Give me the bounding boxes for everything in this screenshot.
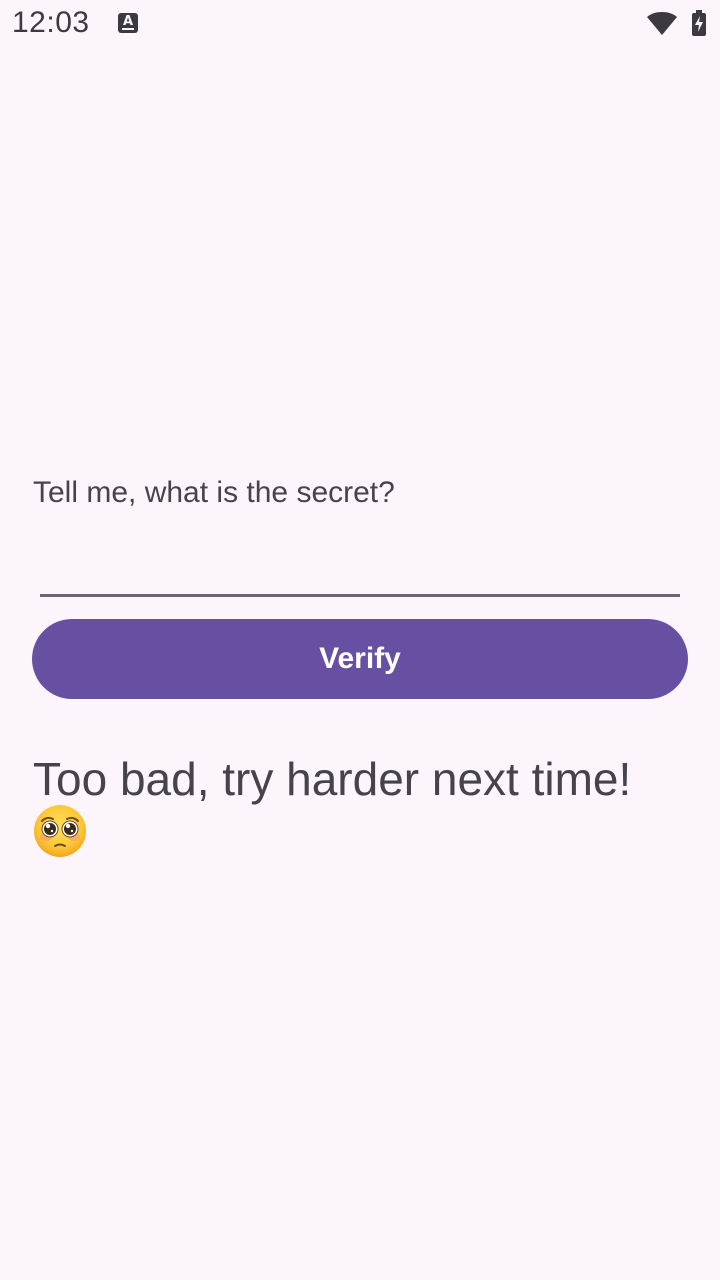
status-time: 12:03 xyxy=(12,6,90,39)
result-message: Too bad, try harder next time! xyxy=(33,753,632,805)
keyboard-a-icon: A xyxy=(118,13,138,33)
status-bar: 12:03 A xyxy=(0,0,720,48)
secret-input[interactable] xyxy=(40,540,680,597)
pleading-face-icon xyxy=(34,805,86,857)
wifi-icon xyxy=(647,12,677,35)
secret-prompt-label: Tell me, what is the secret? xyxy=(33,476,395,509)
battery-charging-icon xyxy=(692,10,706,36)
app-screen: 12:03 A Tell me, what is the secret? Ver… xyxy=(0,0,720,1280)
verify-button[interactable]: Verify xyxy=(32,619,688,699)
